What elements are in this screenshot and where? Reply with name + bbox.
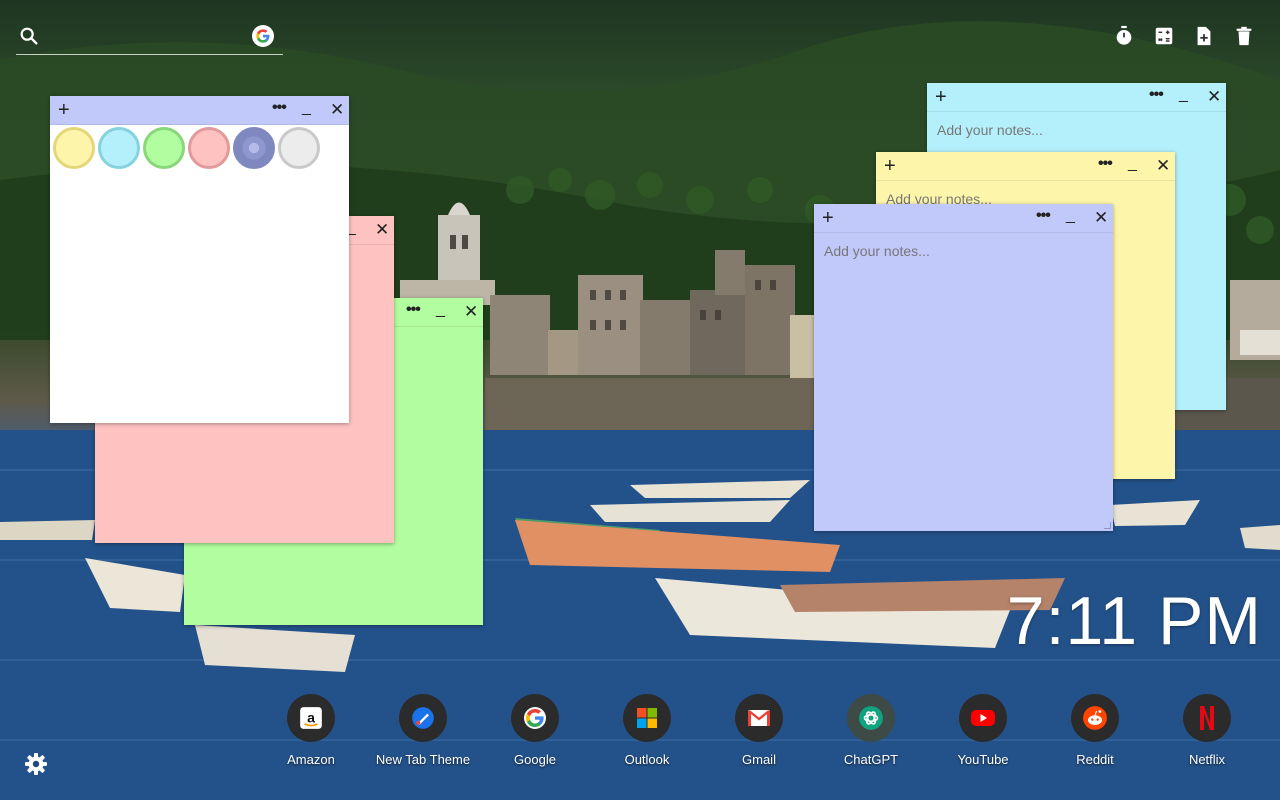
note-header: + ••• _ ✕ (50, 96, 349, 125)
shortcut-label: Netflix (1188, 752, 1226, 767)
trash-icon[interactable] (1232, 24, 1256, 48)
swatch-pink[interactable] (188, 127, 230, 169)
search-input[interactable] (50, 24, 254, 50)
timer-icon[interactable] (1112, 24, 1136, 48)
note-header: + ••• _ ✕ (814, 204, 1113, 233)
search-icon[interactable] (18, 25, 40, 47)
google-g-icon[interactable] (252, 25, 274, 47)
shortcut-gmail[interactable]: Gmail (703, 694, 815, 767)
shortcut-reddit[interactable]: Reddit (1039, 694, 1151, 767)
minimize-button[interactable]: _ (1128, 152, 1137, 176)
calculator-icon[interactable] (1152, 24, 1176, 48)
more-options-button[interactable]: ••• (1098, 152, 1113, 176)
sticky-note-blue[interactable]: + ••• _ ✕ Add your notes... (814, 204, 1113, 531)
note-body[interactable]: Add your notes... (814, 233, 1113, 531)
reddit-icon (1071, 694, 1119, 742)
gear-icon[interactable] (24, 752, 48, 776)
chatgpt-icon (847, 694, 895, 742)
minimize-button[interactable]: _ (302, 96, 311, 120)
search-bar (16, 22, 283, 55)
note-header: + ••• _ ✕ (927, 83, 1226, 112)
note-body[interactable] (50, 125, 349, 423)
note-header: + ••• _ ✕ (876, 152, 1175, 181)
gmail-icon (735, 694, 783, 742)
shortcut-label: YouTube (957, 752, 1009, 767)
close-button[interactable]: ✕ (375, 219, 389, 241)
shortcut-label: Gmail (742, 752, 776, 767)
google-icon (511, 694, 559, 742)
shortcut-label: Outlook (624, 752, 670, 767)
more-options-button[interactable]: ••• (406, 298, 421, 322)
swatch-blue-selected[interactable] (233, 127, 275, 169)
clock-time: 7:11 PM (1006, 583, 1262, 659)
swatch-cyan[interactable] (98, 127, 140, 169)
shortcut-netflix[interactable]: Netflix (1151, 694, 1263, 767)
shortcut-label: ChatGPT (843, 752, 899, 767)
netflix-icon (1183, 694, 1231, 742)
add-note-button[interactable]: + (884, 154, 896, 178)
shortcut-label: New Tab Theme (375, 752, 471, 767)
close-button[interactable]: ✕ (1207, 86, 1221, 108)
note-placeholder: Add your notes... (824, 243, 930, 259)
add-note-icon[interactable] (1192, 24, 1216, 48)
youtube-icon (959, 694, 1007, 742)
close-button[interactable]: ✕ (464, 301, 478, 323)
top-toolbar (1112, 24, 1256, 48)
sticky-note-white[interactable]: + ••• _ ✕ (50, 96, 349, 423)
shortcut-youtube[interactable]: YouTube (927, 694, 1039, 767)
color-picker (50, 125, 320, 169)
shortcut-new-tab-theme[interactable]: New Tab Theme (367, 694, 479, 767)
minimize-button[interactable]: _ (1066, 204, 1075, 228)
minimize-button[interactable]: _ (436, 298, 445, 322)
resize-handle[interactable] (1104, 522, 1111, 529)
close-button[interactable]: ✕ (330, 99, 344, 121)
more-options-button[interactable]: ••• (272, 96, 287, 120)
more-options-button[interactable]: ••• (1036, 204, 1051, 228)
swatch-yellow[interactable] (53, 127, 95, 169)
shortcut-outlook[interactable]: Outlook (591, 694, 703, 767)
more-options-button[interactable]: ••• (1149, 83, 1164, 107)
shortcut-label: Reddit (1076, 752, 1114, 767)
swatch-gray[interactable] (278, 127, 320, 169)
shortcut-label: Amazon (287, 752, 335, 767)
close-button[interactable]: ✕ (1156, 155, 1170, 177)
add-note-button[interactable]: + (58, 98, 70, 122)
outlook-icon (623, 694, 671, 742)
close-button[interactable]: ✕ (1094, 207, 1108, 229)
shortcut-label: Google (514, 752, 556, 767)
note-placeholder: Add your notes... (937, 122, 1043, 138)
shortcut-chatgpt[interactable]: ChatGPT (815, 694, 927, 767)
new-tab-theme-icon (399, 694, 447, 742)
add-note-button[interactable]: + (822, 206, 834, 230)
minimize-button[interactable]: _ (1179, 83, 1188, 107)
svg-text:a: a (307, 709, 315, 725)
amazon-icon: a (287, 694, 335, 742)
shortcut-google[interactable]: Google (479, 694, 591, 767)
shortcut-amazon[interactable]: a Amazon (255, 694, 367, 767)
add-note-button[interactable]: + (935, 85, 947, 109)
swatch-green[interactable] (143, 127, 185, 169)
